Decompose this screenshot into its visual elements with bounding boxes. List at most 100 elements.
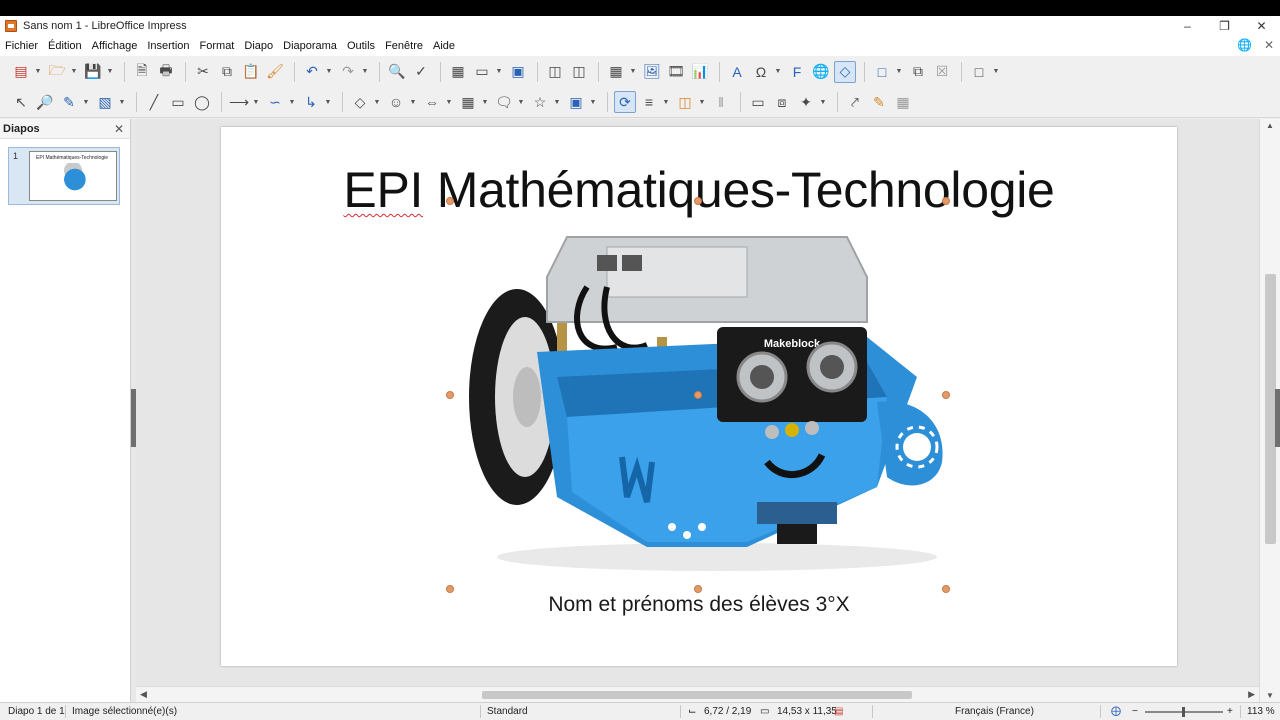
zoom-slider-knob[interactable] <box>1182 707 1185 717</box>
new-document-icon[interactable]: ▤ <box>10 61 32 83</box>
master-slide-icon[interactable]: ▣ <box>507 61 529 83</box>
callout-icon[interactable]: 🗨 <box>493 91 515 113</box>
line-icon[interactable]: ╱ <box>143 91 165 113</box>
image-icon[interactable]: 🖼 <box>641 61 663 83</box>
menu-edition[interactable]: Édition <box>43 40 87 52</box>
table-dropdown-icon[interactable]: ▼ <box>629 61 637 83</box>
stars-dropdown-icon[interactable]: ▼ <box>553 91 561 113</box>
selection-rotation-center[interactable] <box>694 391 702 399</box>
shadow-box-icon[interactable]: □ <box>968 61 990 83</box>
menu-aide[interactable]: Aide <box>428 40 460 52</box>
horizontal-scrollbar[interactable]: ◀ ▶ <box>136 686 1259 702</box>
block-arrows-icon[interactable]: ⇔ <box>421 91 443 113</box>
status-layout[interactable]: Standard <box>487 706 528 717</box>
arrange-icon[interactable]: ◫ <box>674 91 696 113</box>
arrow-dropdown-icon[interactable]: ▼ <box>252 91 260 113</box>
redo-icon[interactable]: ↷ <box>337 61 359 83</box>
symbols-dropdown-icon[interactable]: ▼ <box>409 91 417 113</box>
line-color-dropdown-icon[interactable]: ▼ <box>82 91 90 113</box>
slide-thumbnail-item[interactable]: 1 EPI Mathématiques-Technologie <box>8 147 120 205</box>
open-folder-icon[interactable]: 🗁 <box>46 61 68 83</box>
basic-shapes-icon[interactable]: ◇ <box>349 91 371 113</box>
open-dropdown-icon[interactable]: ▼ <box>70 61 78 83</box>
find-replace-icon[interactable]: 🔍 <box>386 61 408 83</box>
views-dropdown-icon[interactable]: ▼ <box>495 61 503 83</box>
zoom-pan-icon[interactable]: 🔎 <box>34 91 56 113</box>
print-icon[interactable]: 🖶 <box>155 61 177 83</box>
slide-subtitle[interactable]: Nom et prénoms des élèves 3°X <box>221 593 1177 617</box>
scroll-right-icon[interactable]: ▶ <box>1248 689 1255 700</box>
robot-image[interactable]: Makeblock <box>447 227 957 577</box>
callout-dropdown-icon[interactable]: ▼ <box>517 91 525 113</box>
shadow-dropdown-icon[interactable]: ▼ <box>992 61 1000 83</box>
save-dropdown-icon[interactable]: ▼ <box>106 61 114 83</box>
close-window-button[interactable]: ✕ <box>1243 16 1280 36</box>
fill-color-icon[interactable]: ▧ <box>94 91 116 113</box>
scroll-up-icon[interactable]: ▲ <box>1266 121 1274 130</box>
selection-handle-top-left[interactable] <box>446 197 454 205</box>
line-color-icon[interactable]: ✎ <box>58 91 80 113</box>
shapes-dropdown-icon[interactable]: ▼ <box>373 91 381 113</box>
select-pointer-icon[interactable]: ↖ <box>10 91 32 113</box>
stars-icon[interactable]: ☆ <box>529 91 551 113</box>
fit-slide-icon[interactable]: ⨁ <box>1111 706 1121 717</box>
scroll-down-icon[interactable]: ▼ <box>1266 691 1274 700</box>
media-icon[interactable]: 🎞 <box>665 61 687 83</box>
close-panel-icon[interactable]: ✕ <box>114 122 124 136</box>
selection-handle-left[interactable] <box>446 391 454 399</box>
filter-icon[interactable]: ✦ <box>795 91 817 113</box>
slide-canvas[interactable]: EPI Mathématiques-Technologie Makeblock … <box>221 127 1177 666</box>
rectangle-icon[interactable]: ▭ <box>167 91 189 113</box>
hyperlink-icon[interactable]: 🌐 <box>810 61 832 83</box>
points-icon[interactable]: ⤤ <box>844 91 866 113</box>
menu-format[interactable]: Format <box>195 40 240 52</box>
copy-icon[interactable]: ⧉ <box>216 61 238 83</box>
vertical-scrollbar[interactable]: ▲ ▼ <box>1259 119 1280 702</box>
comment-dropdown-icon[interactable]: ▼ <box>895 61 903 83</box>
undo-icon[interactable]: ↶ <box>301 61 323 83</box>
right-panel-grip[interactable] <box>1275 389 1280 447</box>
cut-icon[interactable]: ✂ <box>192 61 214 83</box>
3d-dropdown-icon[interactable]: ▼ <box>589 91 597 113</box>
align-icon[interactable]: ≡ <box>638 91 660 113</box>
crop-icon[interactable]: ⧈ <box>771 91 793 113</box>
flowchart-icon[interactable]: ▦ <box>457 91 479 113</box>
menu-affichage[interactable]: Affichage <box>87 40 143 52</box>
slide-thumbnail[interactable]: EPI Mathématiques-Technologie <box>29 151 117 201</box>
restore-button[interactable]: ❐ <box>1206 16 1243 36</box>
menu-diapo[interactable]: Diapo <box>239 40 278 52</box>
block-arrows-dropdown-icon[interactable]: ▼ <box>445 91 453 113</box>
fill-color-dropdown-icon[interactable]: ▼ <box>118 91 126 113</box>
scroll-left-icon[interactable]: ◀ <box>140 689 147 700</box>
align-dropdown-icon[interactable]: ▼ <box>662 91 670 113</box>
menu-outils[interactable]: Outils <box>342 40 380 52</box>
ellipse-icon[interactable]: ◯ <box>191 91 213 113</box>
selection-handle-top[interactable] <box>694 197 702 205</box>
special-char-dropdown-icon[interactable]: ▼ <box>774 61 782 83</box>
distribute-icon[interactable]: ‖ <box>710 91 732 113</box>
fontwork-icon[interactable]: F <box>786 61 808 83</box>
status-language[interactable]: Français (France) <box>955 706 1034 717</box>
curve-icon[interactable]: ∽ <box>264 91 286 113</box>
duplicate-slide-icon[interactable]: ◫ <box>568 61 590 83</box>
globe-icon[interactable]: 🌐 <box>1237 38 1252 52</box>
arrow-line-icon[interactable]: ⟶ <box>228 91 250 113</box>
glue-points-icon[interactable]: ✎ <box>868 91 890 113</box>
menu-fichier[interactable]: Fichier <box>0 40 43 52</box>
zoom-out-button[interactable]: − <box>1132 706 1138 717</box>
flowchart-dropdown-icon[interactable]: ▼ <box>481 91 489 113</box>
connector-icon[interactable]: ↳ <box>300 91 322 113</box>
status-zoom-level[interactable]: 113 % <box>1247 706 1275 717</box>
text-box-icon[interactable]: A <box>726 61 748 83</box>
clone-formatting-icon[interactable]: 🖌 <box>264 61 286 83</box>
ungroup-icon[interactable]: ☒ <box>931 61 953 83</box>
table-icon[interactable]: ▦ <box>605 61 627 83</box>
selection-handle-bottom[interactable] <box>694 585 702 593</box>
new-dropdown-icon[interactable]: ▼ <box>34 61 42 83</box>
show-draw-functions-icon[interactable]: ◇ <box>834 60 856 83</box>
shadow-icon[interactable]: ▭ <box>747 91 769 113</box>
minimize-button[interactable]: – <box>1169 16 1206 36</box>
document-modified-icon[interactable]: ▤ <box>834 706 843 717</box>
filter-dropdown-icon[interactable]: ▼ <box>819 91 827 113</box>
selection-handle-top-right[interactable] <box>942 197 950 205</box>
